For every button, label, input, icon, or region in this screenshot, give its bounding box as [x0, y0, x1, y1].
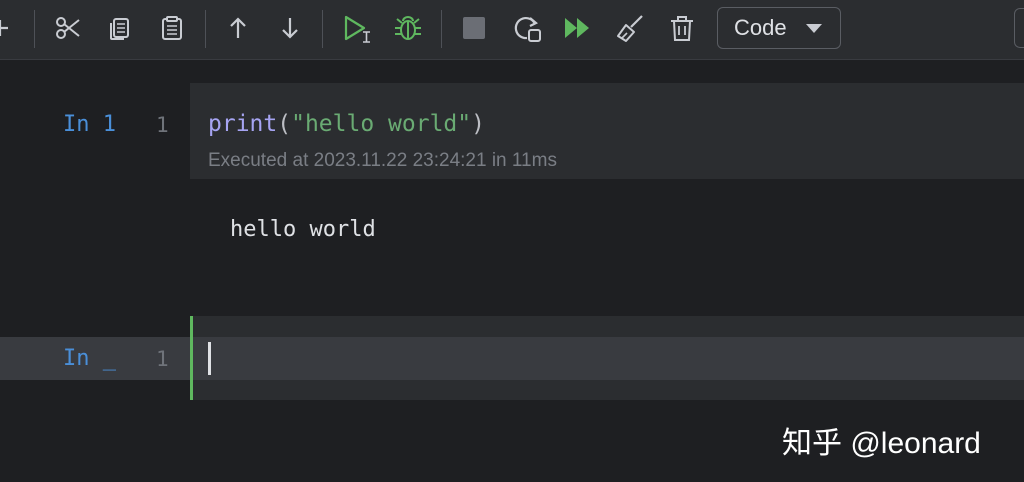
cell-output: hello world — [230, 217, 376, 242]
code-editor[interactable]: print("hello world") — [208, 111, 485, 137]
delete-icon[interactable] — [664, 10, 700, 46]
move-up-icon[interactable] — [220, 10, 256, 46]
restart-icon[interactable] — [508, 10, 544, 46]
copy-icon[interactable] — [102, 10, 138, 46]
clear-outputs-icon[interactable] — [612, 10, 648, 46]
stop-icon[interactable] — [456, 10, 492, 46]
paste-icon[interactable] — [154, 10, 190, 46]
watermark: 知乎 @leonard — [782, 427, 981, 460]
add-cell-icon[interactable] — [0, 10, 20, 46]
code-string: "hello world" — [291, 111, 472, 137]
toolbar-divider — [205, 10, 206, 48]
toolbar-divider — [34, 10, 35, 48]
code-paren: ( — [277, 111, 292, 137]
execution-status: Executed at 2023.11.22 23:24:21 in 11ms — [208, 150, 557, 171]
notebook-toolbar: Code — [0, 0, 1024, 60]
code-function: print — [208, 111, 278, 137]
notebook-editor: In 1 1 print("hello world") Executed at … — [0, 61, 1024, 482]
run-all-icon[interactable] — [560, 10, 596, 46]
cut-icon[interactable] — [50, 10, 86, 46]
cell-type-dropdown[interactable]: Code — [717, 7, 841, 49]
cell-prompt: In _ — [63, 346, 116, 371]
line-number: 1 — [156, 113, 169, 137]
toolbar-divider — [441, 10, 442, 48]
code-paren: ) — [471, 111, 485, 137]
run-cell-icon[interactable] — [338, 10, 374, 46]
current-line-highlight — [0, 337, 1024, 380]
active-cell-indicator — [190, 316, 193, 400]
cell-type-label: Code — [734, 15, 787, 40]
debug-icon[interactable] — [390, 10, 426, 46]
line-number: 1 — [156, 347, 169, 371]
cell-prompt: In 1 — [63, 112, 116, 137]
toolbar-overflow-button[interactable] — [1014, 8, 1024, 48]
text-cursor — [208, 342, 211, 375]
move-down-icon[interactable] — [272, 10, 308, 46]
toolbar-divider — [322, 10, 323, 48]
chevron-down-icon — [806, 24, 822, 33]
